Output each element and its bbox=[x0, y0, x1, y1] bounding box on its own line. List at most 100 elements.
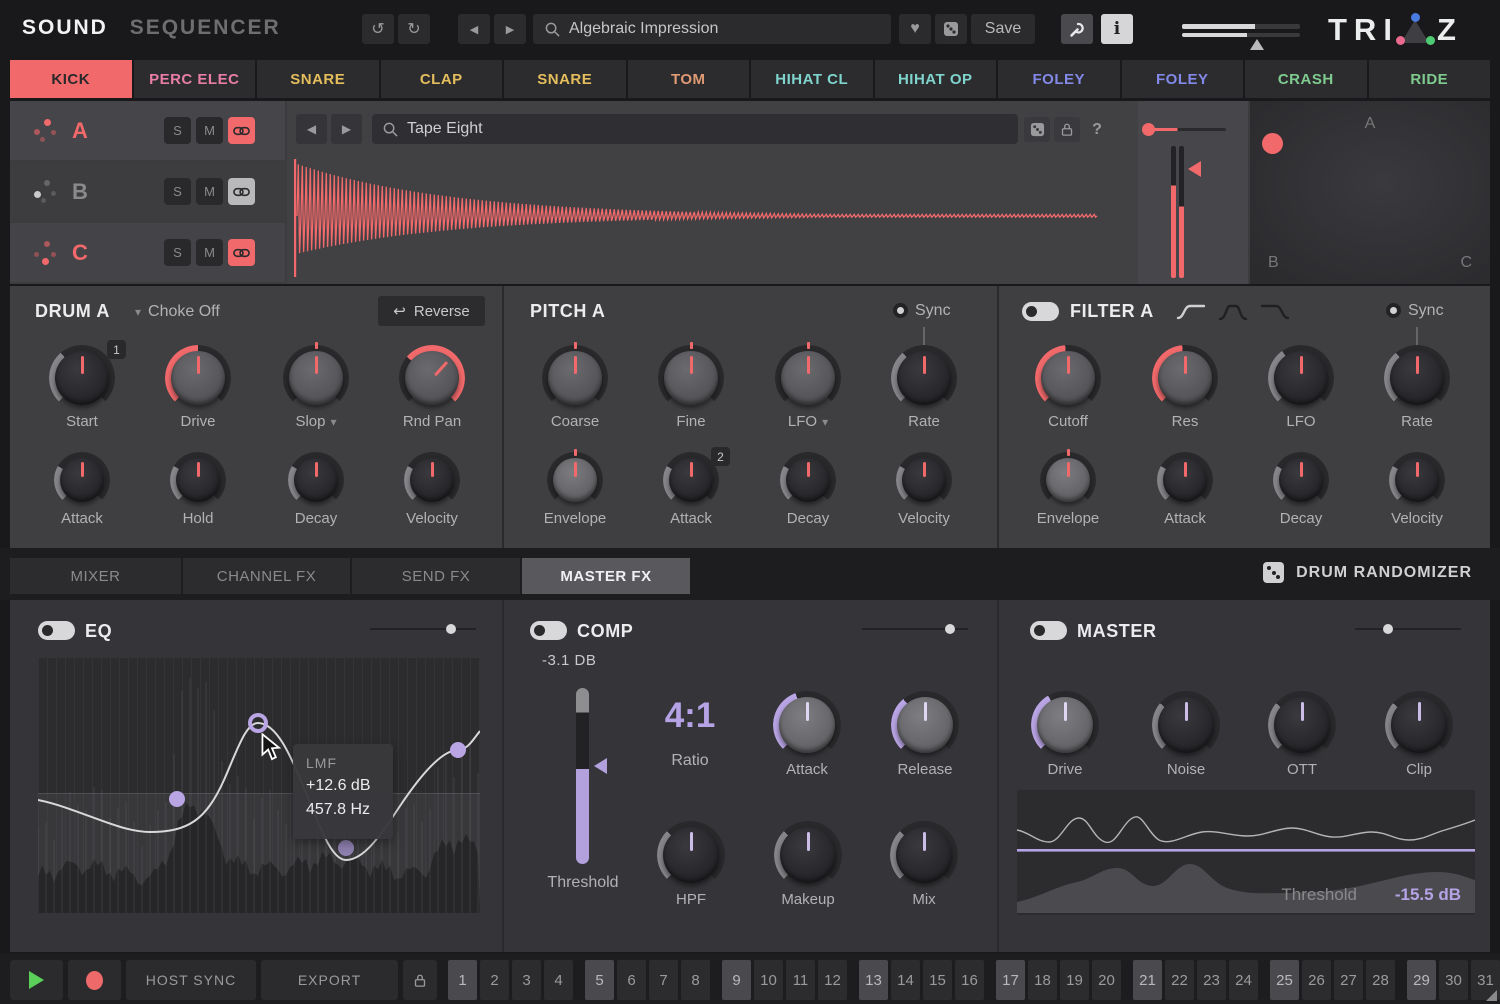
fader-handle[interactable] bbox=[1250, 39, 1264, 50]
prev-sample-button[interactable]: ◀ bbox=[296, 114, 327, 144]
lowpass-icon[interactable] bbox=[1259, 300, 1291, 324]
master-noise-knob[interactable] bbox=[1157, 696, 1215, 754]
filter-envelope-knob[interactable] bbox=[1045, 457, 1091, 503]
step-28[interactable]: 28 bbox=[1366, 960, 1395, 1000]
comp-makeup-knob[interactable] bbox=[779, 826, 837, 884]
sample-search-input[interactable]: Tape Eight bbox=[372, 114, 1018, 144]
step-9[interactable]: 9 bbox=[722, 960, 751, 1000]
layer-row-a[interactable]: A S M bbox=[10, 101, 285, 160]
step-8[interactable]: 8 bbox=[681, 960, 710, 1000]
pitch-decay-knob[interactable] bbox=[785, 457, 831, 503]
export-button[interactable]: EXPORT bbox=[261, 960, 398, 1000]
filter-rate-knob[interactable] bbox=[1389, 350, 1445, 406]
next-sample-button[interactable]: ▶ bbox=[331, 114, 362, 144]
pitch-lfo-knob[interactable] bbox=[780, 350, 836, 406]
pitch-attack-knob[interactable]: 2 bbox=[668, 457, 714, 503]
cutoff-knob[interactable] bbox=[1040, 350, 1096, 406]
filter-velocity-knob[interactable] bbox=[1394, 457, 1440, 503]
layer-b-mute-button[interactable]: M bbox=[196, 178, 223, 205]
tab-sequencer[interactable]: SEQUENCER bbox=[130, 16, 281, 39]
undo-button[interactable]: ↺ bbox=[362, 14, 394, 44]
comp-mix-slider[interactable] bbox=[862, 628, 968, 630]
xy-position-handle[interactable] bbox=[1262, 133, 1283, 154]
fine-knob[interactable] bbox=[663, 350, 719, 406]
save-button[interactable]: Save bbox=[971, 14, 1035, 44]
step-3[interactable]: 3 bbox=[512, 960, 541, 1000]
coarse-knob[interactable] bbox=[547, 350, 603, 406]
step-22[interactable]: 22 bbox=[1165, 960, 1194, 1000]
pad-tab-hihat-op[interactable]: HIHAT OP bbox=[875, 60, 997, 98]
master-drive-knob[interactable] bbox=[1036, 696, 1094, 754]
tab-send-fx[interactable]: SEND FX bbox=[352, 558, 520, 594]
eq-band4-handle[interactable] bbox=[450, 742, 466, 758]
comp-mix-handle[interactable] bbox=[945, 624, 955, 634]
layer-a-link-button[interactable] bbox=[228, 117, 255, 144]
randomize-preset-button[interactable] bbox=[935, 14, 967, 44]
amp-attack-knob[interactable] bbox=[59, 457, 105, 503]
pad-tab-ride[interactable]: RIDE bbox=[1369, 60, 1491, 98]
eq-enable-toggle[interactable] bbox=[38, 621, 75, 640]
step-10[interactable]: 10 bbox=[754, 960, 783, 1000]
step-14[interactable]: 14 bbox=[891, 960, 920, 1000]
gain-marker[interactable] bbox=[1188, 161, 1201, 177]
step-24[interactable]: 24 bbox=[1229, 960, 1258, 1000]
pad-tab-snare-2[interactable]: SNARE bbox=[504, 60, 626, 98]
step-16[interactable]: 16 bbox=[955, 960, 984, 1000]
slop-knob[interactable] bbox=[288, 350, 344, 406]
pad-tab-perc-elec[interactable]: PERC ELEC bbox=[134, 60, 256, 98]
drum-randomizer-button[interactable]: DRUM RANDOMIZER bbox=[1263, 562, 1472, 583]
layer-a-mute-button[interactable]: M bbox=[196, 117, 223, 144]
step-26[interactable]: 26 bbox=[1302, 960, 1331, 1000]
prev-preset-button[interactable]: ◀ bbox=[458, 14, 490, 44]
start-knob[interactable]: 1 bbox=[54, 350, 110, 406]
next-preset-button[interactable]: ▶ bbox=[494, 14, 526, 44]
info-button[interactable]: i bbox=[1101, 14, 1133, 44]
favorite-button[interactable]: ♥ bbox=[899, 14, 931, 44]
tab-master-fx[interactable]: MASTER FX bbox=[522, 558, 690, 594]
help-button[interactable]: ? bbox=[1084, 117, 1110, 142]
sample-waveform-display[interactable] bbox=[290, 159, 1135, 277]
host-sync-button[interactable]: HOST SYNC bbox=[126, 960, 256, 1000]
eq-mix-slider[interactable] bbox=[370, 628, 476, 630]
sample-pan-handle[interactable] bbox=[1142, 123, 1155, 136]
step-2[interactable]: 2 bbox=[480, 960, 509, 1000]
step-29[interactable]: 29 bbox=[1407, 960, 1436, 1000]
master-ott-knob[interactable] bbox=[1273, 696, 1331, 754]
comp-mix-knob[interactable] bbox=[895, 826, 953, 884]
step-23[interactable]: 23 bbox=[1197, 960, 1226, 1000]
pitch-velocity-knob[interactable] bbox=[901, 457, 947, 503]
amp-velocity-knob[interactable] bbox=[409, 457, 455, 503]
comp-hpf-knob[interactable] bbox=[662, 826, 720, 884]
step-19[interactable]: 19 bbox=[1060, 960, 1089, 1000]
pitch-rate-knob[interactable] bbox=[896, 350, 952, 406]
pad-tab-kick[interactable]: KICK bbox=[10, 60, 132, 98]
master-threshold-graph[interactable]: Threshold -15.5 dB bbox=[1017, 790, 1475, 915]
pad-tab-hihat-cl[interactable]: HIHAT CL bbox=[751, 60, 873, 98]
rnd-pan-knob[interactable] bbox=[404, 350, 460, 406]
step-25[interactable]: 25 bbox=[1270, 960, 1299, 1000]
pad-tab-crash[interactable]: CRASH bbox=[1245, 60, 1367, 98]
master-mix-slider[interactable] bbox=[1355, 628, 1461, 630]
redo-button[interactable]: ↻ bbox=[398, 14, 430, 44]
layer-row-c[interactable]: C S M bbox=[10, 223, 285, 282]
layer-b-solo-button[interactable]: S bbox=[164, 178, 191, 205]
ratio-value[interactable]: 4:1 bbox=[635, 696, 745, 736]
pad-tab-foley-2[interactable]: FOLEY bbox=[1122, 60, 1244, 98]
settings-button[interactable] bbox=[1061, 14, 1093, 44]
pad-tab-tom[interactable]: TOM bbox=[628, 60, 750, 98]
layer-c-link-button[interactable] bbox=[228, 239, 255, 266]
step-4[interactable]: 4 bbox=[544, 960, 573, 1000]
layer-c-mute-button[interactable]: M bbox=[196, 239, 223, 266]
step-5[interactable]: 5 bbox=[585, 960, 614, 1000]
step-12[interactable]: 12 bbox=[818, 960, 847, 1000]
filter-sync-led[interactable] bbox=[1386, 303, 1401, 318]
master-threshold-line[interactable] bbox=[1017, 849, 1475, 852]
tab-mixer[interactable]: MIXER bbox=[10, 558, 181, 594]
layer-row-b[interactable]: B S M bbox=[10, 162, 285, 221]
step-17[interactable]: 17 bbox=[996, 960, 1025, 1000]
layer-blend-xy-pad[interactable]: A B C bbox=[1250, 101, 1490, 284]
amp-hold-knob[interactable] bbox=[175, 457, 221, 503]
randomize-sample-button[interactable] bbox=[1024, 117, 1050, 142]
comp-attack-knob[interactable] bbox=[778, 696, 836, 754]
pitch-envelope-knob[interactable] bbox=[552, 457, 598, 503]
